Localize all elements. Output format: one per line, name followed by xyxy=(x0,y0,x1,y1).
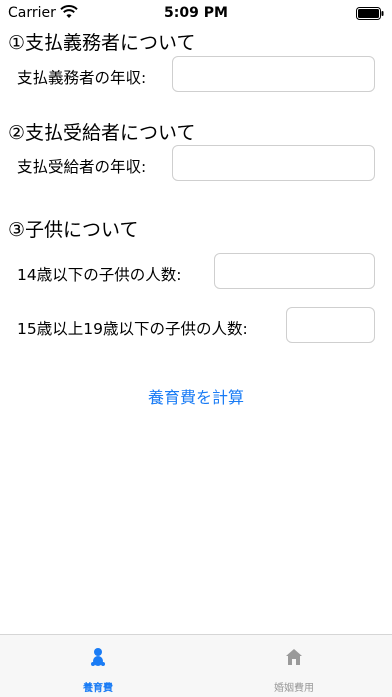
payer-income-field[interactable] xyxy=(172,56,375,92)
tab-child-support[interactable]: 養育費 xyxy=(0,635,196,697)
children-15to19-label: 15歳以上19歳以下の子供の人数: xyxy=(17,320,248,338)
status-time: 5:09 PM xyxy=(164,5,228,21)
recipient-income-label: 支払受給者の年収: xyxy=(17,158,147,176)
tab-marriage-cost-label: 婚姻費用 xyxy=(274,683,314,694)
battery-icon xyxy=(356,7,384,20)
children-under14-label: 14歳以下の子供の人数: xyxy=(17,266,182,284)
status-bar: Carrier 5:09 PM xyxy=(0,0,392,28)
calculate-button[interactable]: 養育費を計算 xyxy=(0,384,392,408)
section-payer-title: ①支払義務者について xyxy=(8,32,196,54)
payer-income-label: 支払義務者の年収: xyxy=(17,69,147,87)
baby-icon xyxy=(91,648,105,666)
section-recipient-title: ②支払受給者について xyxy=(8,122,196,144)
children-15to19-field[interactable] xyxy=(286,307,375,343)
children-under14-field[interactable] xyxy=(214,253,375,289)
house-icon xyxy=(286,649,302,665)
recipient-income-field[interactable] xyxy=(172,145,375,181)
tab-bar: 養育費 婚姻費用 xyxy=(0,634,392,697)
tab-child-support-label: 養育費 xyxy=(83,683,113,694)
tab-marriage-cost[interactable]: 婚姻費用 xyxy=(196,635,392,697)
section-children-title: ③子供について xyxy=(8,219,139,241)
